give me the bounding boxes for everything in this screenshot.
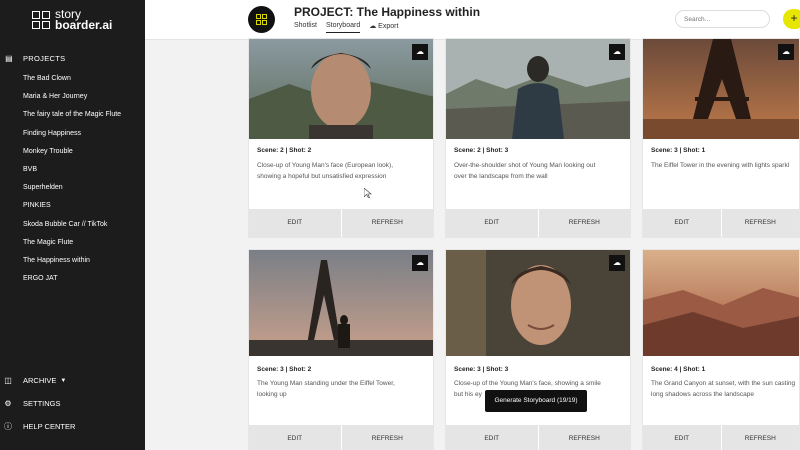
- archive-icon: ◫: [4, 376, 12, 385]
- sidebar: story boarder.ai ▤ PROJECTS The Bad Clow…: [0, 0, 145, 450]
- shot-card: Scene: 4 | Shot: 1 The Grand Canyon at s…: [642, 249, 800, 450]
- archive-item[interactable]: ◫ ARCHIVE ▼: [0, 376, 145, 385]
- shot-image[interactable]: [643, 250, 799, 356]
- tab-shotlist[interactable]: Shotlist: [294, 22, 317, 33]
- shot-description: The Young Man standing under the Eiffel …: [257, 380, 395, 398]
- card-actions: EDIT REFRESH: [249, 425, 433, 450]
- refresh-button[interactable]: REFRESH: [539, 209, 631, 237]
- project-item[interactable]: The fairy tale of the Magic Flute: [23, 108, 143, 126]
- refresh-button[interactable]: REFRESH: [722, 425, 800, 450]
- projects-header[interactable]: ▤ PROJECTS: [0, 54, 145, 63]
- gear-icon: ⚙: [4, 399, 12, 408]
- edit-button[interactable]: EDIT: [446, 425, 539, 450]
- edit-button[interactable]: EDIT: [643, 209, 722, 237]
- shot-image[interactable]: [446, 39, 630, 139]
- grid-icon: [256, 14, 267, 25]
- card-actions: EDIT REFRESH: [249, 209, 433, 237]
- project-item[interactable]: BVB: [23, 163, 143, 181]
- project-item[interactable]: The Magic Flute: [23, 236, 143, 254]
- refresh-button[interactable]: REFRESH: [342, 209, 434, 237]
- shot-description: The Eiffel Tower in the evening with lig…: [651, 162, 790, 169]
- logo-text-suffix: .ai: [99, 18, 113, 32]
- refresh-button[interactable]: REFRESH: [539, 425, 631, 450]
- project-list: The Bad Clown Maria & Her Journey The fa…: [23, 72, 143, 290]
- shot-image[interactable]: [446, 250, 630, 356]
- logo[interactable]: story boarder.ai: [32, 8, 113, 32]
- edit-button[interactable]: EDIT: [249, 425, 342, 450]
- shot-meta: Scene: 3 | Shot: 1: [651, 147, 706, 154]
- card-actions: EDIT REFRESH: [643, 425, 799, 450]
- project-item[interactable]: ERGO JAT: [23, 272, 143, 290]
- shot-card: ☁ Scene: 3 | Shot: 1 The Eiffel Tower in…: [642, 38, 800, 238]
- tab-bar: Shotlist Storyboard ☁ Export: [294, 22, 398, 33]
- mouse-cursor-icon: [364, 188, 372, 198]
- project-item[interactable]: PINKIES: [23, 199, 143, 217]
- caret-down-icon: ▼: [60, 377, 67, 384]
- info-icon: ⓘ: [4, 422, 12, 431]
- shot-image[interactable]: [643, 39, 799, 139]
- logo-mark-icon: [32, 11, 50, 29]
- shot-image[interactable]: [249, 39, 433, 139]
- shot-description: Close-up of Young Man's face (European l…: [257, 162, 394, 180]
- shot-description: Over-the-shoulder shot of Young Man look…: [454, 162, 596, 180]
- project-item[interactable]: Skoda Bubble Car // TikTok: [23, 218, 143, 236]
- settings-item[interactable]: ⚙ SETTINGS: [0, 399, 145, 408]
- project-item[interactable]: The Bad Clown: [23, 72, 143, 90]
- project-item[interactable]: Maria & Her Journey: [23, 90, 143, 108]
- header: PROJECT: The Happiness within Shotlist S…: [145, 0, 800, 40]
- logo-text: story boarder.ai: [55, 8, 113, 32]
- edit-button[interactable]: EDIT: [643, 425, 722, 450]
- add-button[interactable]: +: [783, 9, 800, 29]
- refresh-button[interactable]: REFRESH: [342, 425, 434, 450]
- tab-export[interactable]: ☁ Export: [369, 22, 398, 33]
- cloud-upload-icon[interactable]: ☁: [609, 255, 625, 271]
- search-input[interactable]: [675, 10, 770, 28]
- help-center-item[interactable]: ⓘ HELP CENTER: [0, 421, 145, 432]
- project-item[interactable]: The Happiness within: [23, 254, 143, 272]
- shot-meta: Scene: 2 | Shot: 3: [454, 147, 509, 154]
- tab-export-label: Export: [378, 23, 399, 30]
- settings-label: SETTINGS: [23, 399, 61, 408]
- shot-card: ☁ Scene: 2 | Shot: 2 Close-up of Young M…: [248, 38, 434, 238]
- shot-card: ☁ Scene: 3 | Shot: 3 Close-up of the You…: [445, 249, 631, 450]
- archive-label: ARCHIVE: [23, 376, 57, 385]
- card-actions: EDIT REFRESH: [446, 425, 630, 450]
- shot-card: ☁ Scene: 3 | Shot: 2 The Young Man stand…: [248, 249, 434, 450]
- film-icon: ▤: [5, 54, 13, 63]
- cloud-icon: ☁: [369, 23, 379, 30]
- shot-meta: Scene: 3 | Shot: 3: [454, 366, 509, 373]
- project-badge[interactable]: [248, 6, 275, 33]
- page-title: PROJECT: The Happiness within: [294, 5, 481, 19]
- edit-button[interactable]: EDIT: [446, 209, 539, 237]
- shot-meta: Scene: 2 | Shot: 2: [257, 147, 312, 154]
- project-item[interactable]: Superhelden: [23, 181, 143, 199]
- cloud-upload-icon[interactable]: ☁: [412, 255, 428, 271]
- cloud-upload-icon[interactable]: ☁: [778, 44, 794, 60]
- shot-description: The Grand Canyon at sunset, with the sun…: [651, 380, 796, 398]
- help-center-label: HELP CENTER: [23, 422, 76, 431]
- refresh-button[interactable]: REFRESH: [722, 209, 800, 237]
- projects-header-label: PROJECTS: [23, 54, 66, 63]
- cloud-upload-icon[interactable]: ☁: [412, 44, 428, 60]
- cloud-upload-icon[interactable]: ☁: [609, 44, 625, 60]
- shot-meta: Scene: 4 | Shot: 1: [651, 366, 706, 373]
- shot-meta: Scene: 3 | Shot: 2: [257, 366, 312, 373]
- project-item[interactable]: Monkey Trouble: [23, 145, 143, 163]
- tab-storyboard[interactable]: Storyboard: [325, 22, 361, 33]
- card-actions: EDIT REFRESH: [446, 209, 630, 237]
- shot-card: ☁ Scene: 2 | Shot: 3 Over-the-shoulder s…: [445, 38, 631, 238]
- generate-storyboard-tooltip: Generate Storyboard (19/19): [485, 390, 587, 412]
- project-item[interactable]: Finding Happiness: [23, 127, 143, 145]
- card-actions: EDIT REFRESH: [643, 209, 799, 237]
- logo-text-main: boarder: [55, 18, 100, 32]
- shot-image[interactable]: [249, 250, 433, 356]
- edit-button[interactable]: EDIT: [249, 209, 342, 237]
